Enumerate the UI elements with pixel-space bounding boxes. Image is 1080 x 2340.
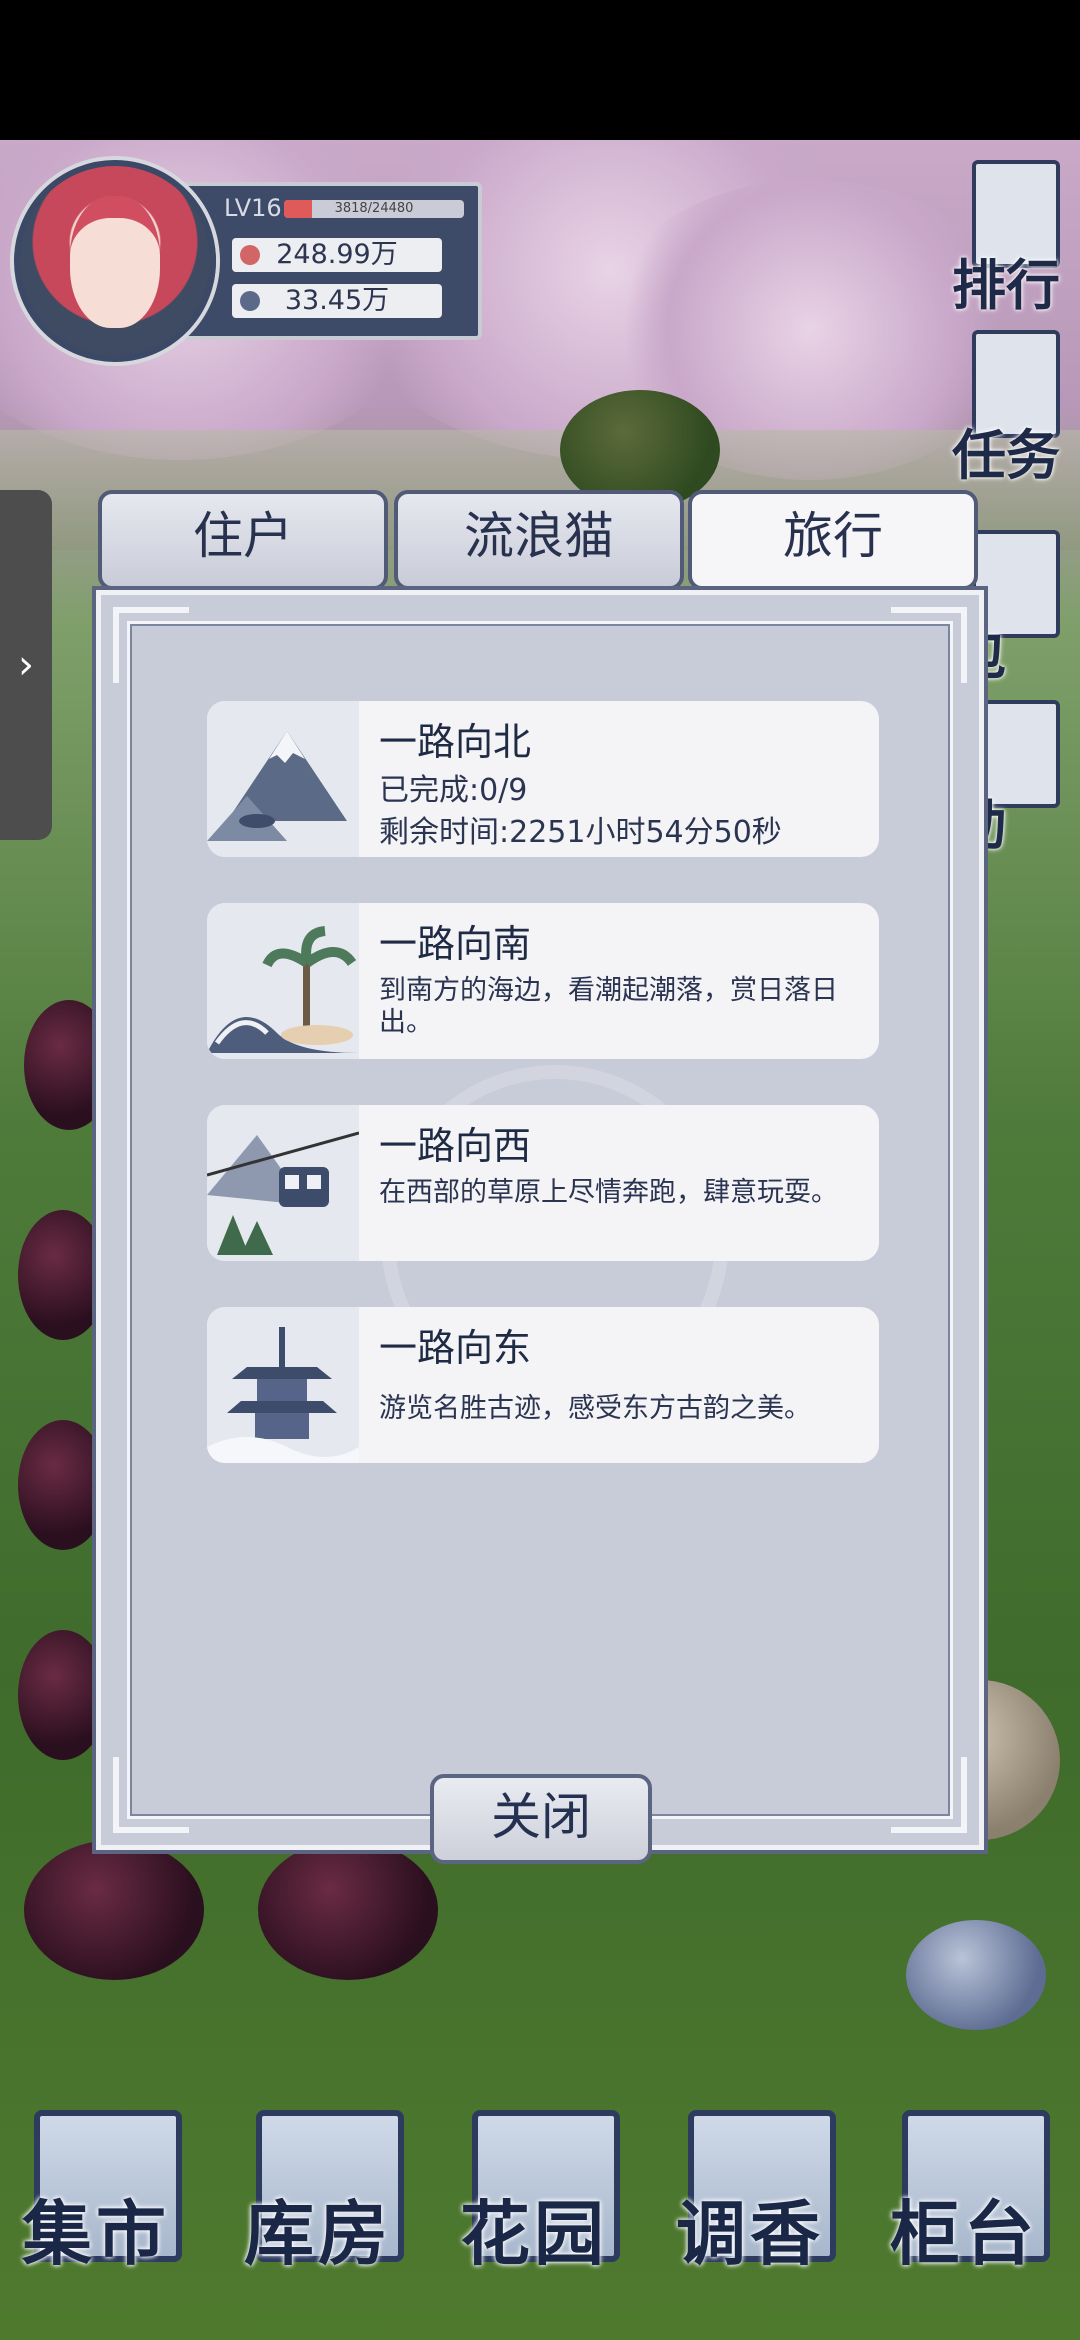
nav-counter[interactable]: 柜台 [890, 2110, 1050, 2310]
leaf-icon [240, 291, 260, 311]
nav-garden[interactable]: 花园 [460, 2110, 620, 2310]
trip-title: 一路向北 [379, 720, 532, 764]
trip-description: 在西部的草原上尽情奔跑，肆意玩耍。 [379, 1177, 838, 1208]
avatar[interactable] [14, 160, 216, 362]
player-level: LV16 [224, 194, 282, 222]
player-profile[interactable]: LV16 3818/24480 248.99万 33.45万 [14, 160, 482, 362]
cable-car-icon [207, 1105, 359, 1261]
close-button[interactable]: 关闭 [430, 1774, 652, 1864]
exp-bar: 3818/24480 [284, 200, 464, 218]
currency-1: 248.99万 [232, 238, 442, 272]
trip-progress: 已完成:0/9 [379, 773, 528, 808]
trip-title: 一路向南 [379, 922, 532, 966]
exp-text: 3818/24480 [334, 201, 414, 216]
nav-warehouse[interactable]: 库房 [244, 2110, 404, 2310]
trip-card-west[interactable]: 一路向西 在西部的草原上尽情奔跑，肆意玩耍。 [207, 1105, 879, 1261]
nav-perfume[interactable]: 调香 [676, 2110, 836, 2310]
tab-residents[interactable]: 住户 [98, 490, 388, 590]
trip-card-east[interactable]: 一路向东 游览名胜古迹，感受东方古韵之美。 [207, 1307, 879, 1463]
currency-2: 33.45万 [232, 284, 442, 318]
side-drawer-handle[interactable]: › [0, 490, 52, 840]
palm-wave-icon [207, 903, 359, 1059]
trip-card-north[interactable]: 一路向北 已完成:0/9 剩余时间:2251小时54分50秒 [207, 701, 879, 857]
tab-stray-cats[interactable]: 流浪猫 [394, 490, 684, 590]
mountain-icon [207, 701, 359, 857]
pagoda-icon [207, 1307, 359, 1463]
chevron-right-icon: › [18, 642, 34, 688]
trip-description: 游览名胜古迹，感受东方古韵之美。 [379, 1393, 811, 1424]
ranking-button[interactable]: 排行 [952, 160, 1072, 320]
trip-card-south[interactable]: 一路向南 到南方的海边，看潮起潮落，赏日落日出。 [207, 903, 879, 1059]
trip-title: 一路向西 [379, 1124, 532, 1168]
tab-travel[interactable]: 旅行 [688, 490, 978, 590]
trip-remaining-time: 剩余时间:2251小时54分50秒 [379, 815, 782, 850]
nav-market[interactable]: 集市 [22, 2110, 182, 2310]
trip-description: 到南方的海边，看潮起潮落，赏日落日出。 [379, 975, 838, 1038]
trip-title: 一路向东 [379, 1326, 532, 1370]
petal-icon [240, 245, 260, 265]
tasks-button[interactable]: 任务 [952, 330, 1072, 490]
travel-panel: 一路向北 已完成:0/9 剩余时间:2251小时54分50秒 一路向南 到南方的… [96, 590, 984, 1850]
